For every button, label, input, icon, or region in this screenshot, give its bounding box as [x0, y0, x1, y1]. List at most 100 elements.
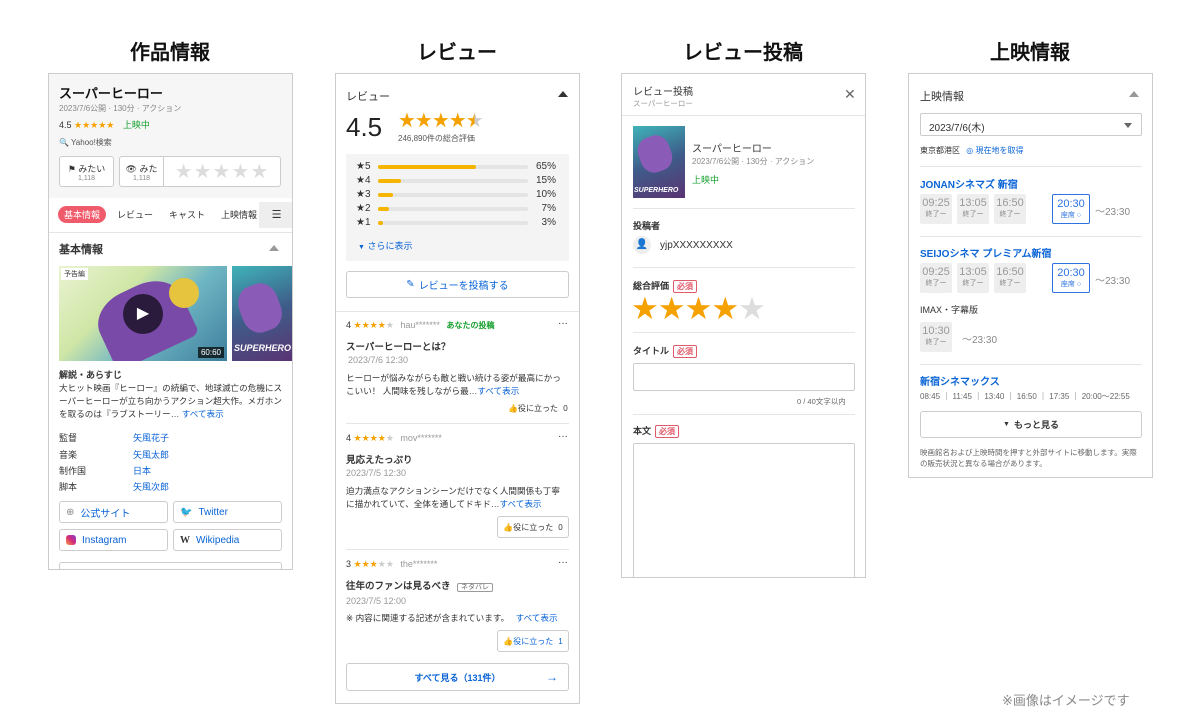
review-show-all[interactable]: すべて表示 — [477, 386, 519, 396]
post-movie-meta: 2023/7/6公開 · 130分 · アクション — [692, 157, 815, 166]
more-options-icon[interactable]: ··· — [558, 431, 568, 442]
review-user[interactable]: hau******* — [400, 320, 440, 330]
see-all-reviews-button[interactable]: すべて見る（131件） → — [346, 663, 569, 691]
showtime-list[interactable]: 08:45 ｜ 11:45 ｜ 13:40 ｜ 16:50 ｜ 17:35 ｜ … — [920, 391, 1130, 402]
required-badge: 必須 — [673, 345, 698, 359]
review-total: 246,890件の総合評価 — [398, 134, 475, 143]
date-select[interactable]: 2023/7/6(木) — [920, 113, 1142, 136]
body-textarea[interactable] — [633, 443, 855, 577]
post-poster-title: SUPERHERO — [634, 187, 679, 194]
dist-row-4: ★4 15% — [356, 175, 556, 186]
more-options-icon[interactable]: ··· — [558, 557, 568, 568]
menu-icon[interactable]: ☰ — [259, 202, 292, 228]
synopsis-text: 大ヒット映画『ヒーロー』の続編で、地球滅亡の危機にスーパーヒーローが立ち向かうア… — [59, 383, 283, 419]
showtime-button[interactable]: 09:25 終了ー — [920, 194, 952, 224]
showtime-button[interactable]: 13:05 終了ー — [957, 194, 989, 224]
rating-star-input[interactable]: ★★★★★ — [631, 291, 766, 327]
tab-reviews[interactable]: レビュー — [117, 208, 153, 221]
showtime-button[interactable]: 16:50 終了ー — [994, 194, 1026, 224]
dist-fill-4 — [378, 179, 401, 183]
instagram-button[interactable]: Instagram — [59, 529, 168, 551]
collapse-icon[interactable] — [558, 91, 568, 97]
geolocate-link[interactable]: ◎ 現在地を取得 — [966, 146, 1023, 155]
show-more-button[interactable]: ▼ もっと見る — [920, 411, 1142, 438]
chevron-down-icon — [1124, 123, 1132, 128]
search-icon: 🔍 — [59, 138, 69, 147]
title-input[interactable] — [633, 363, 855, 391]
review-show-all[interactable]: すべて表示 — [516, 613, 558, 623]
want-button[interactable]: ⚑ みたい 1,118 — [59, 156, 114, 187]
review-user[interactable]: the******* — [400, 559, 437, 569]
more-link-button[interactable] — [59, 562, 282, 569]
helpful-button[interactable]: 👍 役に立った 1 — [497, 630, 569, 652]
close-icon[interactable]: ✕ — [844, 86, 856, 103]
body-label: 本文 必須 — [633, 424, 680, 439]
poster-thumbnail[interactable]: SUPERHERO — [232, 266, 292, 361]
rating-stars: ★★★★★ — [74, 120, 115, 130]
review-show-all[interactable]: すべて表示 — [499, 499, 541, 509]
flag-icon: ⚑ — [67, 163, 76, 174]
movie-meta: 2023/7/6公開 · 130分 · アクション — [59, 104, 182, 113]
review-stars: ★★★★ — [353, 320, 386, 330]
dist-fill-1 — [378, 221, 383, 225]
showtime-button[interactable]: 09:25 終了ー — [920, 263, 952, 293]
tab-showings[interactable]: 上映情報 — [221, 208, 257, 221]
rating-row: 4.5 ★★★★★ 上映中 — [59, 118, 150, 131]
review-title[interactable]: 見応えたっぷり — [346, 452, 413, 466]
poster-title: SUPERHERO — [234, 343, 292, 353]
more-options-icon[interactable]: ··· — [558, 318, 568, 329]
post-header: レビュー投稿 — [633, 87, 693, 98]
collapse-icon[interactable] — [269, 245, 279, 251]
showtime-end: 〜23:30 — [962, 335, 998, 346]
wikipedia-button[interactable]: W Wikipedia — [173, 529, 282, 551]
showtime-button[interactable]: 10:30 終了ー — [920, 322, 952, 352]
dist-fill-3 — [378, 193, 393, 197]
credit-writer-name[interactable]: 矢風次郎 — [133, 480, 169, 493]
post-review-button[interactable]: ✎ レビューを投稿する — [346, 271, 569, 298]
thumbs-up-icon: 👍 — [503, 636, 514, 646]
star-rating-input[interactable]: ★★★★★ — [163, 156, 281, 187]
show-more-link[interactable]: ▼ さらに表示 — [358, 239, 412, 252]
showtime-button-available[interactable]: 20:30 座席 ○ — [1052, 194, 1090, 224]
showtime-button[interactable]: 13:05 終了ー — [957, 263, 989, 293]
showtime-button-available[interactable]: 20:30 座席 ○ — [1052, 263, 1090, 293]
credit-country-name[interactable]: 日本 — [133, 464, 151, 477]
column-title-info: 作品情報 — [130, 42, 210, 64]
review-body: 迫力満点なアクションシーンだけでなく人間関係も丁寧に描かれていて、全体を通してド… — [346, 486, 560, 509]
twitter-button[interactable]: 🐦 Twitter — [173, 501, 282, 523]
title-counter: 0 / 40文字以内 — [797, 397, 846, 406]
theater-name[interactable]: 新宿シネマックス — [920, 373, 1000, 388]
credit-director-name[interactable]: 矢風花子 — [133, 431, 169, 444]
tab-cast[interactable]: キャスト — [169, 208, 205, 221]
credit-music-name[interactable]: 矢風太郎 — [133, 448, 169, 461]
review-user[interactable]: mov******* — [400, 433, 442, 443]
dist-fill-2 — [378, 207, 389, 211]
play-icon[interactable]: ▶ — [123, 294, 163, 334]
seen-button[interactable]: 👁 みた 1,118 — [119, 156, 163, 187]
review-body: ヒーローが悩みながらも敵と戦い続ける姿が最高にかっこいい！ 人間味を残しながら最… — [346, 373, 561, 396]
showtime-button[interactable]: 16:50 終了ー — [994, 263, 1026, 293]
helpful-button[interactable]: 👍役に立った 0 — [508, 403, 568, 414]
column-title-post: レビュー投稿 — [683, 42, 803, 64]
trailer-thumbnail[interactable]: ▶ 予告編 60:60 — [59, 266, 227, 361]
yahoo-search-link[interactable]: 🔍 Yahoo!検索 — [59, 137, 112, 148]
credit-music: 音楽 矢風太郎 — [59, 450, 170, 460]
required-badge: 必須 — [655, 425, 680, 439]
helpful-button[interactable]: 👍役に立った 0 — [497, 516, 569, 538]
synopsis-show-all[interactable]: すべて表示 — [182, 409, 224, 419]
theater-name[interactable]: JONANシネマズ 新宿 — [920, 176, 1018, 191]
post-poster: SUPERHERO — [633, 126, 685, 198]
official-site-button[interactable]: ⊕ 公式サイト — [59, 501, 168, 523]
review-date: 2023/7/5 12:00 — [346, 596, 407, 606]
external-note: 映画館名および上映時間を押すと外部サイトに移動します。実際の販売状況と異なる場合… — [920, 448, 1137, 468]
review-title[interactable]: スーパーヒーローとは？ — [346, 339, 450, 353]
thumbs-up-icon: 👍 — [508, 404, 518, 413]
theater-name[interactable]: SEIJOシネマ プレミアム新宿 — [920, 245, 1052, 260]
post-subheader: スーパーヒーロー — [633, 99, 693, 108]
collapse-icon[interactable] — [1129, 91, 1139, 97]
tab-basic-info[interactable]: 基本情報 — [58, 206, 107, 223]
column-title-reviews: レビュー — [417, 42, 497, 64]
review-title[interactable]: 往年のファンは見るべき — [346, 581, 451, 592]
title-label: タイトル 必須 — [633, 344, 698, 359]
credit-director: 監督 矢風花子 — [59, 433, 170, 443]
